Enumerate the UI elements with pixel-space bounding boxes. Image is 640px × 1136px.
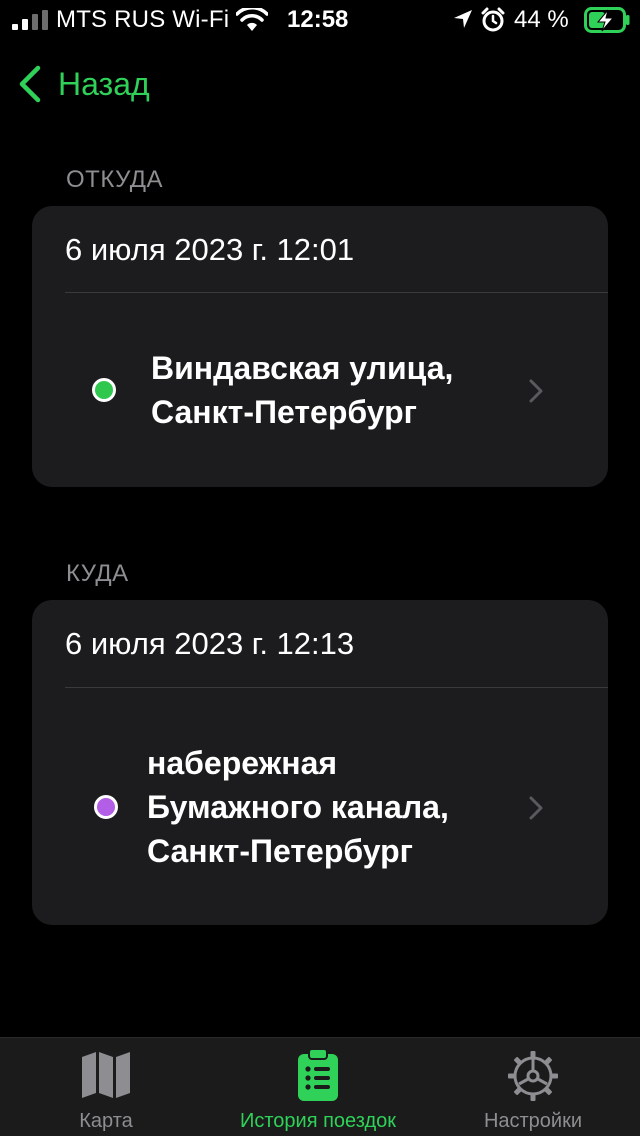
to-address-row[interactable]: набережная Бумажного канала, Санкт-Петер… — [32, 688, 608, 925]
tab-label: Карта — [79, 1110, 133, 1132]
carrier-name: MTS RUS Wi-Fi — [56, 6, 230, 33]
map-icon — [82, 1052, 130, 1098]
chevron-left-icon — [19, 65, 41, 103]
from-address-line: Санкт-Петербург — [151, 394, 417, 430]
back-label: Назад — [58, 65, 150, 102]
tab-label: История поездок — [239, 1110, 397, 1132]
signal-icon — [12, 10, 48, 30]
from-address-row[interactable]: Виндавская улица, Санкт-Петербург — [32, 293, 608, 487]
to-card: 6 июля 2023 г. 12:13 набережная Бумажног… — [32, 600, 608, 925]
gear-icon — [508, 1051, 558, 1101]
chevron-right-icon — [529, 796, 543, 820]
to-date: 6 июля 2023 г. 12:13 — [65, 626, 355, 661]
from-address-line: Виндавская улица, — [151, 350, 454, 386]
alarm-clock-icon — [481, 7, 505, 32]
wifi-icon — [236, 8, 268, 31]
to-address-line: Бумажного канала, — [147, 789, 449, 825]
battery-percent: 44 % — [514, 6, 569, 33]
from-date: 6 июля 2023 г. 12:01 — [65, 232, 355, 267]
clipboard-list-icon — [298, 1048, 338, 1101]
end-point-dot — [94, 795, 118, 819]
back-button[interactable]: Назад — [16, 62, 150, 106]
tab-trip-history[interactable]: История поездок — [220, 1038, 416, 1136]
from-card: 6 июля 2023 г. 12:01 Виндавская улица, С… — [32, 206, 608, 487]
tab-bar: Карта История поездок Настройки — [0, 1037, 640, 1136]
tab-map[interactable]: Карта — [40, 1038, 172, 1136]
to-address-line: Санкт-Петербург — [147, 833, 413, 869]
tab-label: Настройки — [483, 1110, 583, 1132]
from-address: Виндавская улица, Санкт-Петербург — [151, 346, 453, 434]
start-point-dot — [92, 378, 116, 402]
clock: 12:58 — [287, 6, 349, 33]
tab-settings[interactable]: Настройки — [466, 1038, 600, 1136]
battery-charging-icon — [584, 7, 630, 33]
chevron-right-icon — [529, 379, 543, 403]
location-arrow-icon — [454, 10, 472, 28]
to-section-title: КУДА — [66, 560, 129, 587]
to-address-line: набережная — [147, 745, 338, 781]
status-bar: MTS RUS Wi-Fi 12:58 44 % — [0, 0, 640, 40]
to-address: набережная Бумажного канала, Санкт-Петер… — [147, 741, 449, 873]
from-section-title: ОТКУДА — [66, 166, 164, 193]
